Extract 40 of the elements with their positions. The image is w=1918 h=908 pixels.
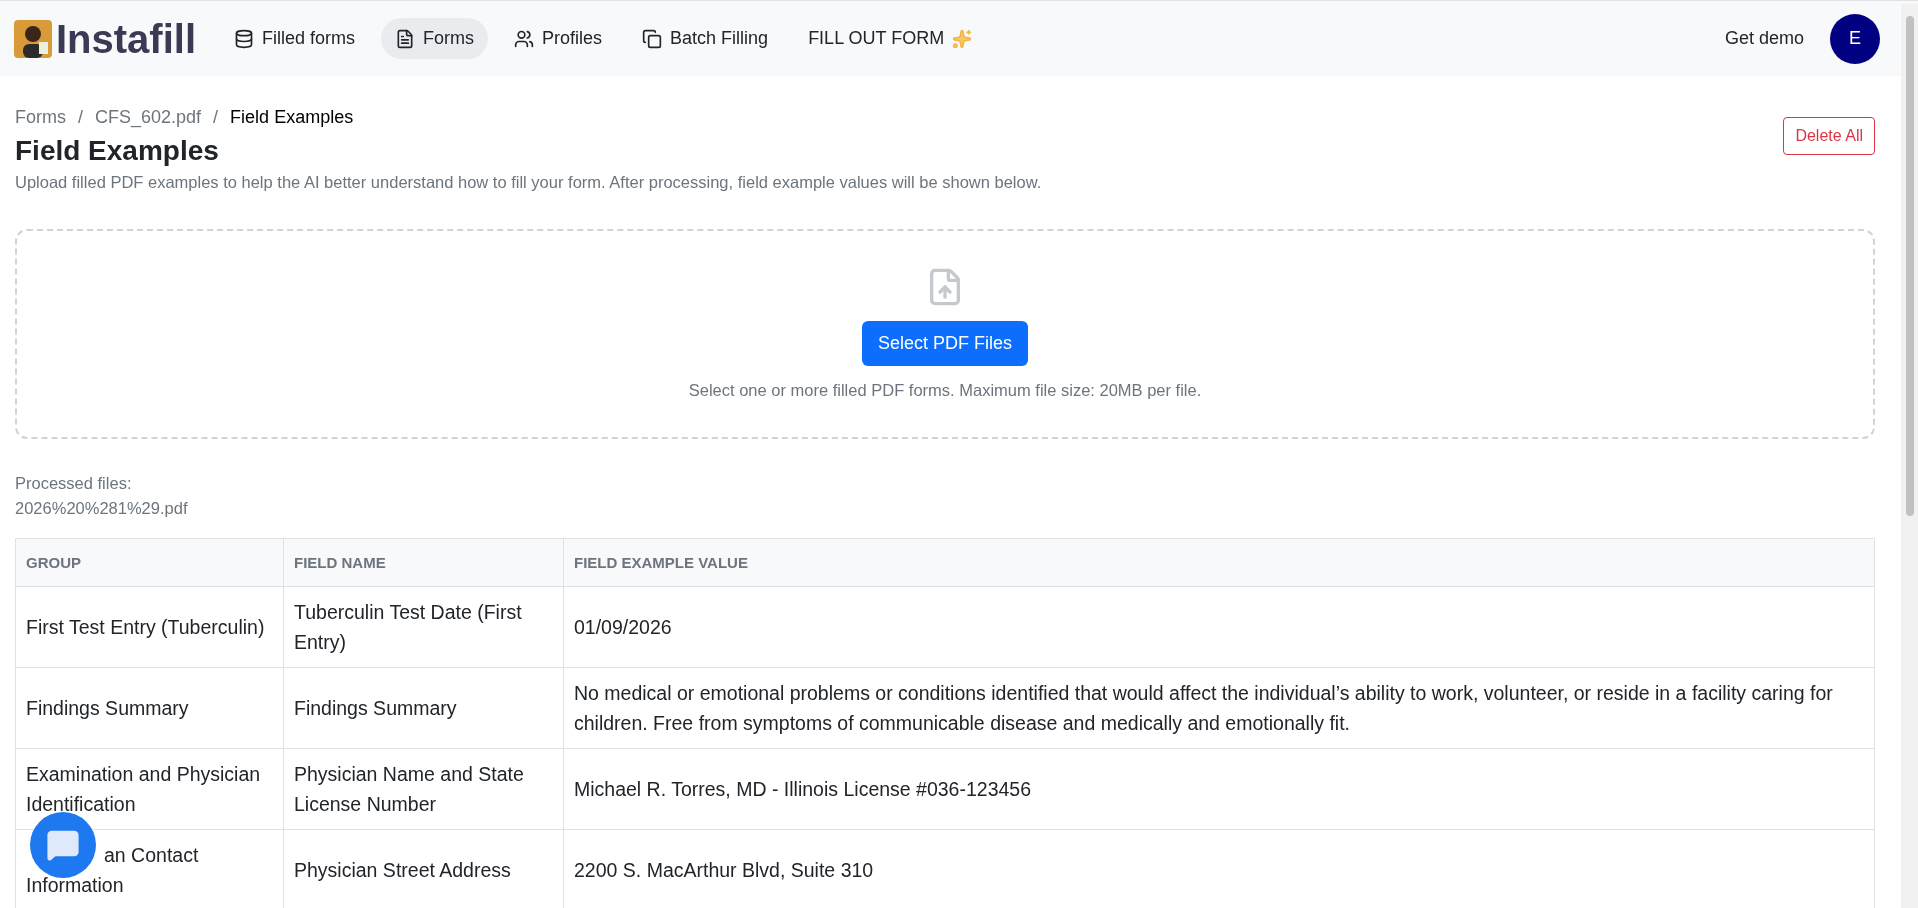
nav-tab[interactable]: Forms <box>381 18 489 59</box>
copy-icon <box>642 28 663 49</box>
table-cell: Michael R. Torres, MD - Illinois License #036-123456 <box>563 748 1875 830</box>
column-header: FIELD EXAMPLE VALUE <box>563 538 1875 587</box>
table-cell: No medical or emotional problems or conditions identified that would affect the individual’s ability to work, volunteer, or reside in a facility caring for children. Free from symptoms of communicable disease and medically and emotionally fit. <box>563 667 1875 749</box>
table-cell: Findings Summary <box>15 667 284 749</box>
chat-icon <box>46 828 80 862</box>
nav-tab[interactable]: Batch Filling <box>628 18 783 59</box>
brand-name: Instafill <box>56 18 197 59</box>
database-icon <box>234 28 255 49</box>
page-description: Upload filled PDF examples to help the AI better understand how to fill your form. After processing, field example values will be shown below. <box>15 172 1042 193</box>
users-icon <box>514 28 535 49</box>
upload-hint: Select one or more filled PDF forms. Maximum file size: 20MB per file. <box>688 379 1202 401</box>
delete-all-button[interactable]: Delete All <box>1783 117 1875 155</box>
nav-tab[interactable]: Profiles <box>500 18 617 59</box>
processed-label: Processed files: <box>15 472 133 494</box>
page-title: Field Examples <box>15 134 220 168</box>
upload-dropzone[interactable]: Select PDF Files Select one or more filled PDF forms. Maximum file size: 20MB per file. <box>15 228 1875 439</box>
breadcrumb-separator: / <box>213 106 219 129</box>
scrollbar[interactable] <box>1901 4 1918 908</box>
user-avatar[interactable]: E <box>1830 13 1880 64</box>
breadcrumb-link[interactable]: Forms <box>15 104 66 131</box>
document-icon <box>395 28 416 49</box>
column-header: GROUP <box>15 538 284 587</box>
table-cell: 01/09/2026 <box>563 586 1875 668</box>
table-cell: Tuberculin Test Date (First Entry) <box>283 586 564 668</box>
breadcrumb-link[interactable]: CFS_602.pdf <box>95 104 202 131</box>
breadcrumb-separator: / <box>78 106 83 129</box>
breadcrumb-current: Field Examples <box>230 106 354 129</box>
column-header: FIELD NAME <box>283 538 564 587</box>
nav-tab[interactable]: Filled forms <box>220 18 370 59</box>
nav-tab[interactable]: FILL OUT FORM <box>794 18 987 59</box>
table-cell: Physician Name and State License Number <box>283 748 564 830</box>
table-cell: First Test Entry (Tuberculin) <box>15 586 284 668</box>
sparkles-icon <box>952 28 973 49</box>
table-cell: Findings Summary <box>283 667 564 749</box>
get-demo-link[interactable]: Get demo <box>1724 25 1804 52</box>
logo-icon <box>14 19 52 58</box>
processed-file: 2026%20%281%29.pdf <box>15 497 189 519</box>
select-files-button[interactable]: Select PDF Files <box>861 320 1028 366</box>
